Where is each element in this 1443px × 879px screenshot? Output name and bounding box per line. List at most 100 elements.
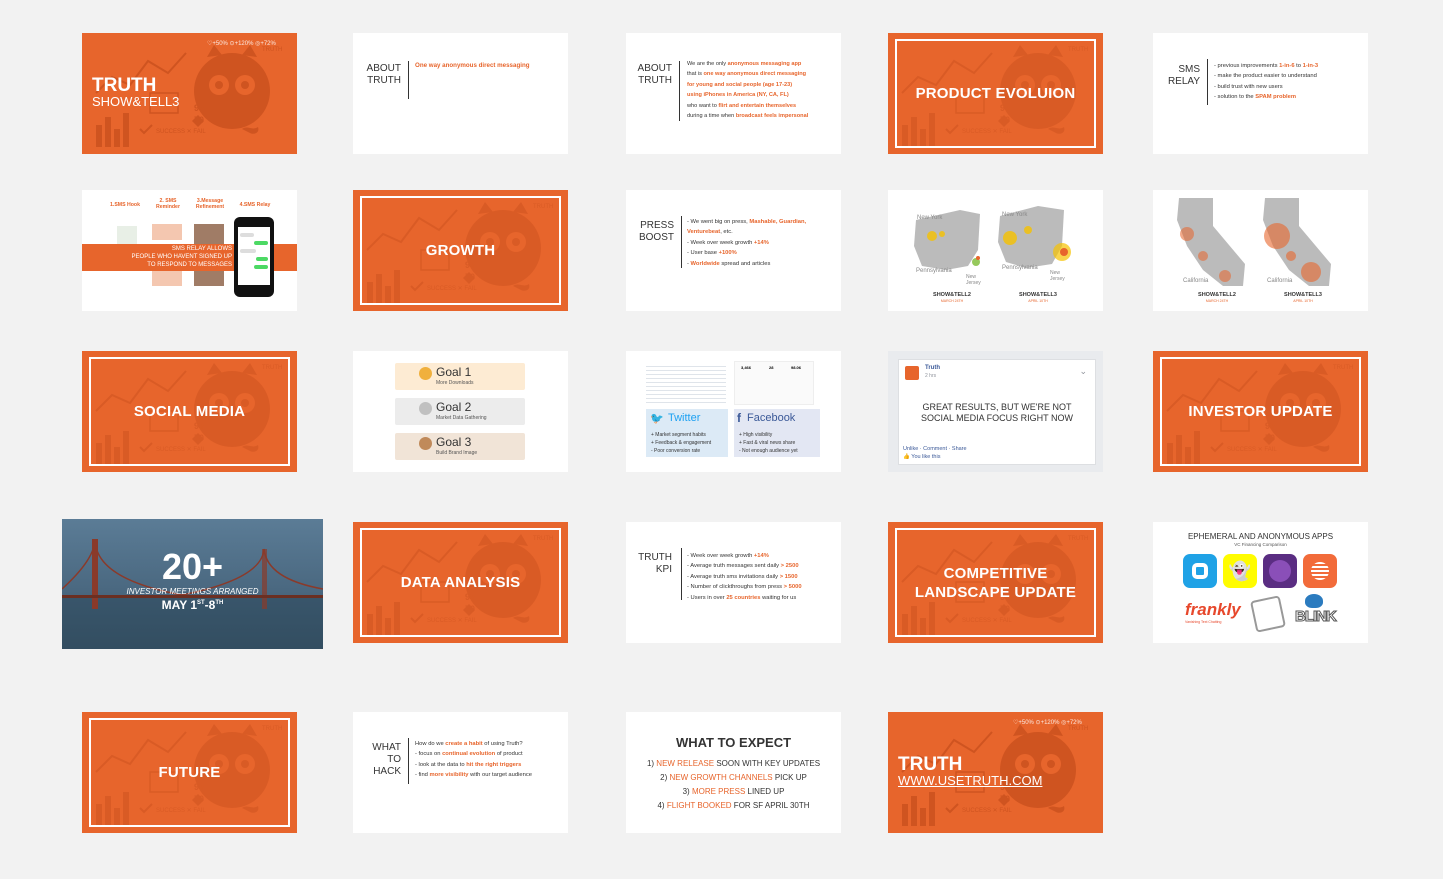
svg-text:♡+50% ⊙+120% ◎+72%: ♡+50% ⊙+120% ◎+72% xyxy=(207,40,277,47)
map-label: New Jersey xyxy=(966,274,981,286)
slide-heading: FUTURE xyxy=(158,764,221,781)
slide-sms-relay[interactable]: SMS RELAY - previous improvements 1-in-6 … xyxy=(1153,33,1368,154)
facebook-card: f Facebook + High visibility + Fast & vir… xyxy=(734,409,820,457)
frankly-logo: frankly xyxy=(1185,600,1241,619)
website-link[interactable]: WWW.USETRUTH.COM xyxy=(898,774,1042,788)
expect-item: 4) FLIGHT BOOKED FOR SF APRIL 30TH xyxy=(657,801,810,810)
map-caption: SHOW&TELL3 xyxy=(1019,292,1057,298)
divider xyxy=(1207,59,1208,105)
step-label: 4.SMS Relay xyxy=(239,202,271,208)
slide-competitive-landscape[interactable]: COMPETITIVE LANDSCAPE UPDATE xyxy=(888,522,1103,643)
map-date: APRIL 10TH xyxy=(1293,299,1313,303)
twitter-card: 🐦 Twitter + Market segment habits + Feedb… xyxy=(646,409,728,457)
map-caption: SHOW&TELL2 xyxy=(1198,292,1236,298)
map-graphic xyxy=(1177,198,1331,286)
divider xyxy=(679,61,680,121)
meetings-caption: INVESTOR MEETINGS ARRANGED xyxy=(126,587,259,596)
slide-what-to-expect[interactable]: WHAT TO EXPECT 1) NEW RELEASE SOON WITH … xyxy=(626,712,841,833)
slide-sms-flow[interactable]: 1.SMS Hook 2. SMS Reminder 3.Message Ref… xyxy=(82,190,297,311)
slide-heading: INVESTOR UPDATE xyxy=(1188,403,1333,420)
slide-about-truth-detail[interactable]: ABOUT TRUTH We are the only anonymous mes… xyxy=(626,33,841,154)
slide-growth[interactable]: GROWTH xyxy=(353,190,568,311)
slide-about-truth[interactable]: ABOUT TRUTH One way anonymous direct mess… xyxy=(353,33,568,154)
slide-ephemeral-apps[interactable]: EPHEMERAL AND ANONYMOUS APPS VC Financin… xyxy=(1153,522,1368,643)
map-label: Pennsylvania xyxy=(916,268,952,274)
expect-item: 2) NEW GROWTH CHANNELS PICK UP xyxy=(660,773,807,782)
slide-truth-kpi[interactable]: TRUTH KPI - Week over week growth +14% - … xyxy=(626,522,841,643)
screenshot-thumb xyxy=(117,226,137,244)
goal-subtitle: Build Brand Image xyxy=(436,450,478,456)
slide-body: We are the only anonymous messaging app … xyxy=(687,61,809,120)
app-icon-a xyxy=(1183,554,1217,588)
map-label: New York xyxy=(917,215,943,221)
slide-heading: GROWTH xyxy=(425,242,496,259)
stats-thumb: 3,466 28 98.06 xyxy=(734,361,814,405)
slide-subheading: SHOW&TELL3 xyxy=(92,94,180,109)
screenshot-thumb xyxy=(646,363,726,403)
post-actions[interactable]: Unlike · Comment · Share xyxy=(903,446,967,452)
map-date: MARCH 24TH xyxy=(940,299,964,303)
step-label: 1.SMS Hook xyxy=(110,202,140,208)
medal-icon xyxy=(419,437,432,450)
slide-heading: DATA ANALYSIS xyxy=(400,574,521,591)
post-likes: 👍 You like this xyxy=(903,454,941,460)
medal-icon xyxy=(419,367,432,380)
slide-heading: PRODUCT EVOLUION xyxy=(915,85,1076,102)
post-card: Truth 2 hrs ⌄ GREAT RESULTS, BUT WE'RE N… xyxy=(898,359,1096,465)
slide-ca-maps[interactable]: California California SHOW&TELL2 MARCH 2… xyxy=(1153,190,1368,311)
map-label: California xyxy=(1267,278,1293,284)
slide-future[interactable]: FUTURE xyxy=(82,712,297,833)
slide-subheading: VC Financing Comparison xyxy=(1234,542,1287,547)
screenshot-thumb xyxy=(152,224,182,240)
slide-data-analysis[interactable]: DATA ANALYSIS xyxy=(353,522,568,643)
slide-social-media[interactable]: SOCIAL MEDIA xyxy=(82,351,297,472)
slide-twitter-facebook[interactable]: 3,466 28 98.06 🐦 Twitter + Market segmen… xyxy=(626,351,841,472)
slide-ny-maps[interactable]: New York New York Pennsylvania Pennsylva… xyxy=(888,190,1103,311)
twitter-title: Twitter xyxy=(668,412,701,424)
app-icon-orange xyxy=(1303,554,1337,588)
slide-heading: EPHEMERAL AND ANONYMOUS APPS xyxy=(1187,532,1334,541)
slide-what-to-hack[interactable]: WHAT TO HACK How do we create a habit of … xyxy=(353,712,568,833)
goal-card: Goal 2 Market Data Gathering xyxy=(395,398,525,425)
slide-body: One way anonymous direct messaging xyxy=(415,62,530,69)
step-label: 3.Message Refinement xyxy=(195,198,225,210)
slide-product-evolution[interactable]: PRODUCT EVOLUION xyxy=(888,33,1103,154)
app-icon-purple xyxy=(1263,554,1297,588)
frankly-tagline: Vanishing Text Chatting xyxy=(1185,620,1222,624)
slide-label: TRUTH KPI xyxy=(638,552,672,575)
map-label: New Jersey xyxy=(1050,270,1065,282)
owl-avatar-icon xyxy=(905,366,919,380)
blink-logo: BLINK xyxy=(1291,594,1341,630)
snapchat-icon: 👻 xyxy=(1223,554,1257,588)
slide-investor-update[interactable]: INVESTOR UPDATE xyxy=(1153,351,1368,472)
slide-label: ABOUT TRUTH xyxy=(366,63,401,86)
slide-title-truth[interactable]: ♡+50% ⊙+120% ◎+72% TRUTH SHOW&TELL3 xyxy=(82,33,297,154)
slide-facebook-post[interactable]: Truth 2 hrs ⌄ GREAT RESULTS, BUT WE'RE N… xyxy=(888,351,1103,472)
goal-subtitle: Market Data Gathering xyxy=(436,415,487,421)
post-author[interactable]: Truth xyxy=(925,365,940,371)
meetings-date: MAY 1ST-8TH xyxy=(161,598,224,612)
map-graphic xyxy=(914,206,1071,270)
goal-title: Goal 3 xyxy=(436,435,472,449)
slide-investor-meetings[interactable]: 20+ INVESTOR MEETINGS ARRANGED MAY 1ST-8… xyxy=(62,519,323,649)
slide-closing-truth[interactable]: ♡+50% ⊙+120% ◎+72% TRUTH WWW.USETRUTH.CO… xyxy=(888,712,1103,833)
slide-label: SMS RELAY xyxy=(1167,64,1200,87)
map-date: MARCH 24TH xyxy=(1205,299,1229,303)
divider xyxy=(408,61,409,99)
slide-press-boost[interactable]: PRESS BOOST - We went big on press, Masha… xyxy=(626,190,841,311)
chevron-down-icon[interactable]: ⌄ xyxy=(1079,366,1087,377)
goal-card: Goal 3 Build Brand Image xyxy=(395,433,525,460)
slide-body: - Week over week growth +14% - Average t… xyxy=(687,553,802,601)
expect-item: 3) MORE PRESS LINED UP xyxy=(682,787,785,796)
map-caption: SHOW&TELL3 xyxy=(1284,292,1322,298)
slide-body: - We went big on press, Mashable, Guardi… xyxy=(687,219,807,267)
slide-label: PRESS BOOST xyxy=(638,220,674,243)
expect-item: 1) NEW RELEASE SOON WITH KEY UPDATES xyxy=(646,759,821,768)
goal-title: Goal 1 xyxy=(436,365,472,379)
app-icon-gray xyxy=(1250,595,1286,633)
divider xyxy=(681,216,682,268)
slide-goals[interactable]: Goal 1 More Downloads Goal 2 Market Data… xyxy=(353,351,568,472)
map-caption: SHOW&TELL2 xyxy=(933,292,971,298)
map-label: California xyxy=(1183,278,1209,284)
slide-heading: SOCIAL MEDIA xyxy=(133,403,246,420)
